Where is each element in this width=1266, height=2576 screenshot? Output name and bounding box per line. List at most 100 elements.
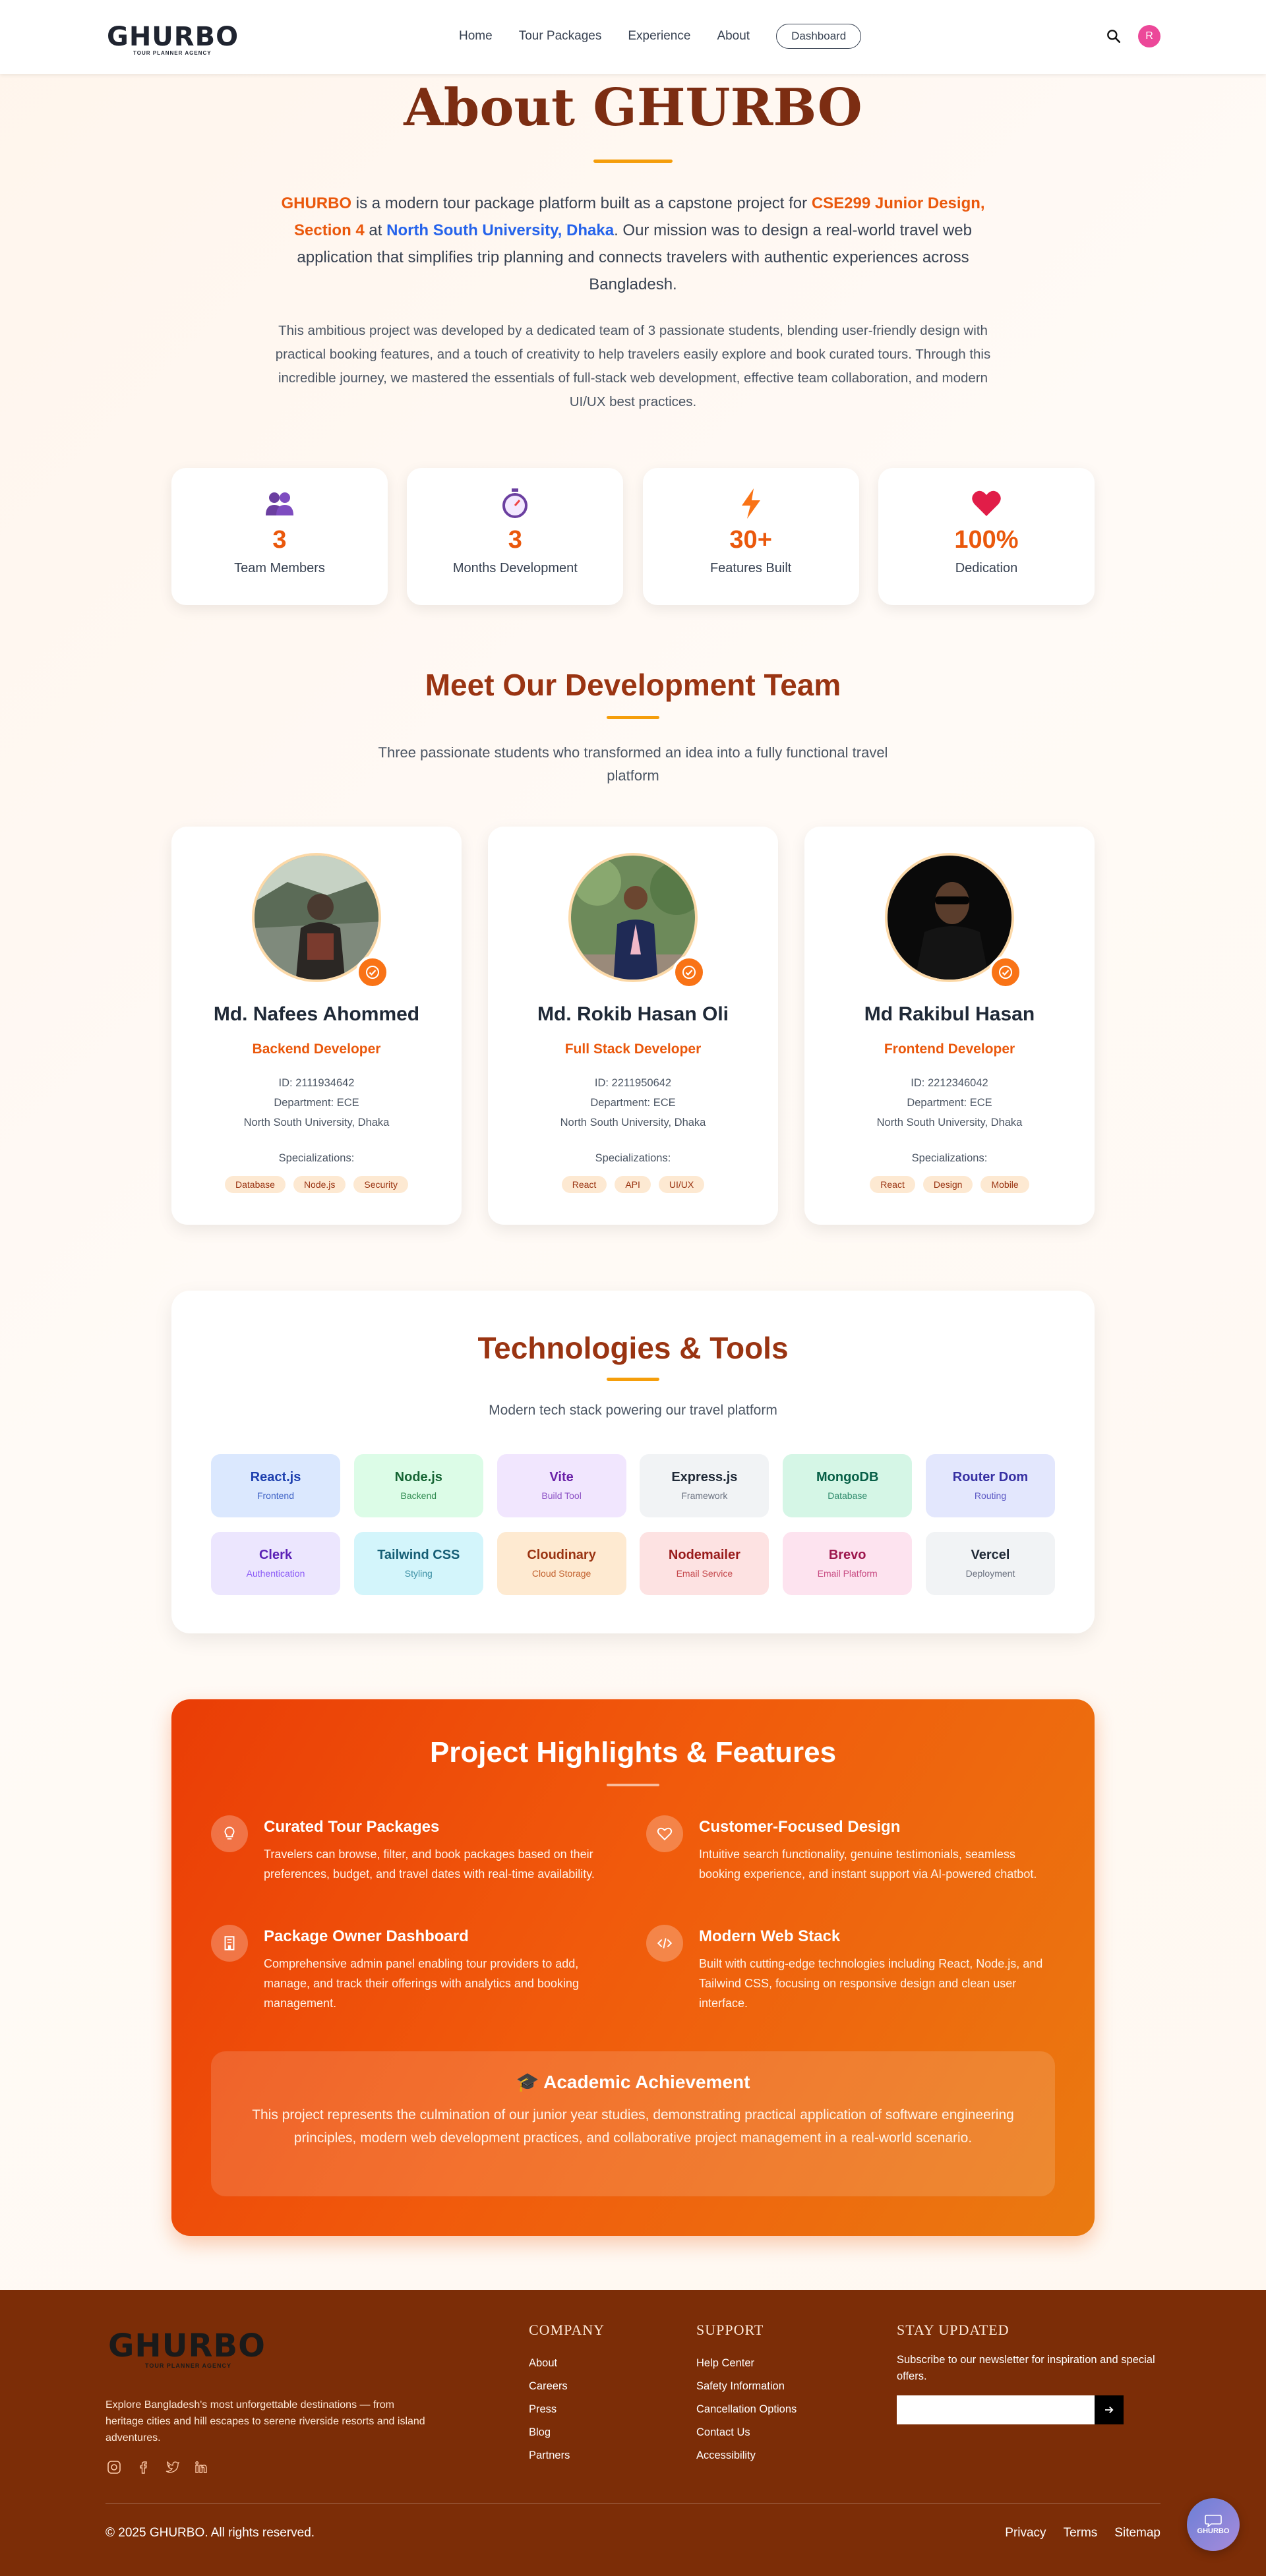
- tech-category: Deployment: [965, 1568, 1015, 1579]
- tech-category: Backend: [400, 1490, 437, 1501]
- footer-link-help-center[interactable]: Help Center: [696, 2352, 797, 2375]
- building-icon: [211, 1925, 248, 1962]
- tech-name: Tailwind CSS: [377, 1548, 460, 1562]
- team-section-title: Meet Our Development Team: [425, 668, 841, 702]
- verified-check-icon: [673, 956, 706, 989]
- tech-name: React.js: [250, 1470, 301, 1484]
- sitemap-link[interactable]: Sitemap: [1114, 2526, 1160, 2540]
- privacy-link[interactable]: Privacy: [1005, 2526, 1046, 2540]
- footer-link-press[interactable]: Press: [529, 2398, 605, 2421]
- team-members: Md. Nafees Ahommed Backend Developer ID:…: [171, 827, 1095, 1225]
- member-department: Department: ECE: [274, 1097, 359, 1109]
- terms-link[interactable]: Terms: [1064, 2526, 1098, 2540]
- footer-link-blog[interactable]: Blog: [529, 2421, 605, 2444]
- footer-logo[interactable]: GHURBO TOUR PLANNER AGENCY: [108, 2329, 266, 2369]
- footer-link-accessibility[interactable]: Accessibility: [696, 2444, 797, 2467]
- tech-category: Frontend: [256, 1490, 295, 1501]
- search-icon[interactable]: [1105, 28, 1122, 45]
- people-icon: [264, 488, 295, 519]
- intro-paragraph-2: This ambitious project was developed by …: [275, 323, 991, 409]
- footer-company-column: COMPANY About Careers Press Blog Partner…: [529, 2322, 605, 2467]
- facebook-icon[interactable]: [135, 2459, 152, 2476]
- member-id: ID: 2212346042: [911, 1077, 988, 1089]
- highlights-card: Project Highlights & Features Curated To…: [171, 1699, 1095, 2236]
- linkedin-icon[interactable]: [193, 2459, 210, 2476]
- feature-description: Intuitive search functionality, genuine …: [699, 1848, 1037, 1881]
- member-card: Md Rakibul Hasan Frontend Developer ID: …: [804, 827, 1095, 1225]
- social-links: [106, 2459, 210, 2476]
- specialization-tag: Database: [225, 1176, 286, 1193]
- newsletter: STAY UPDATED Subscribe to our newsletter…: [897, 2322, 1160, 2424]
- page-title: About GHURBO: [404, 78, 862, 138]
- arrow-right-icon[interactable]: [1095, 2395, 1124, 2424]
- code-icon: [646, 1925, 683, 1962]
- dashboard-button[interactable]: Dashboard: [776, 24, 862, 49]
- nav-link-experience[interactable]: Experience: [628, 29, 690, 44]
- feature-description: Travelers can browse, filter, and book p…: [264, 1848, 595, 1881]
- member-role: Full Stack Developer: [564, 1041, 702, 1057]
- tech-name: Express.js: [671, 1470, 738, 1484]
- stat-value: 30+: [729, 526, 772, 554]
- tech-name: Vite: [549, 1470, 574, 1484]
- heart-icon: [971, 488, 1002, 519]
- tech-item: Vercel Deployment: [925, 1532, 1055, 1595]
- specializations-label: Specializations:: [911, 1152, 988, 1164]
- tech-item: Vite Build Tool: [497, 1454, 626, 1517]
- tech-item: Router Dom Routing: [925, 1454, 1055, 1517]
- newsletter-email-input[interactable]: [897, 2395, 1095, 2424]
- member-info: ID: 2212346042 Department: ECE North Sou…: [804, 1073, 1095, 1132]
- footer-link-about[interactable]: About: [529, 2352, 605, 2375]
- tech-name: Nodemailer: [668, 1548, 740, 1562]
- intro-paragraph: GHURBO is a modern tour package platform…: [264, 190, 1002, 298]
- specializations-label: Specializations:: [595, 1152, 671, 1164]
- stat-card: 100% Dedication: [878, 468, 1095, 605]
- nav-link-about[interactable]: About: [717, 29, 750, 44]
- tech-name: Node.js: [394, 1470, 442, 1484]
- specialization-tag: React: [561, 1176, 607, 1193]
- tech-item: Express.js Framework: [640, 1454, 769, 1517]
- member-info: ID: 2211950642 Department: ECE North Sou…: [488, 1073, 778, 1132]
- footer-divider: [106, 2503, 1160, 2504]
- footer-link-cancellation[interactable]: Cancellation Options: [696, 2398, 797, 2421]
- tech-item: React.js Frontend: [211, 1454, 340, 1517]
- footer-link-partners[interactable]: Partners: [529, 2444, 605, 2467]
- specialization-tags: Database Node.js Security: [171, 1176, 462, 1193]
- tech-item: Tailwind CSS Styling: [353, 1532, 483, 1595]
- logo[interactable]: GHURBO TOUR PLANNER AGENCY: [107, 24, 239, 56]
- nav-link-tour-packages[interactable]: Tour Packages: [519, 29, 602, 44]
- tech-name: Router Dom: [952, 1470, 1029, 1484]
- specialization-tags: React API UI/UX: [488, 1176, 778, 1193]
- tech-item: Cloudinary Cloud Storage: [497, 1532, 626, 1595]
- tech-name: Vercel: [971, 1548, 1010, 1562]
- feature-title: Curated Tour Packages: [264, 1818, 440, 1836]
- stopwatch-icon: [499, 488, 531, 519]
- tech-name: Clerk: [258, 1548, 293, 1562]
- footer-about: Explore Bangladesh's most unforgettable …: [106, 2399, 425, 2444]
- heart-outline-icon: [646, 1815, 683, 1852]
- lightbulb-icon: [211, 1815, 248, 1852]
- footer-bottom-links: Privacy Terms Sitemap: [1005, 2526, 1160, 2540]
- university-highlight: North South University, Dhaka: [386, 221, 615, 239]
- nav-link-home[interactable]: Home: [459, 29, 493, 44]
- instagram-icon[interactable]: [106, 2459, 123, 2476]
- newsletter-title: STAY UPDATED: [897, 2322, 1010, 2338]
- user-avatar[interactable]: R: [1138, 25, 1160, 47]
- member-role: Frontend Developer: [884, 1041, 1015, 1057]
- stat-card: 3 Months Development: [407, 468, 624, 605]
- nav-links: Home Tour Packages Experience About Dash…: [459, 24, 862, 49]
- specialization-tag: Design: [922, 1176, 973, 1193]
- member-university: North South University, Dhaka: [876, 1117, 1023, 1128]
- specialization-tag: API: [615, 1176, 651, 1193]
- tech-item: Nodemailer Email Service: [640, 1532, 769, 1595]
- tech-category: Email Platform: [817, 1568, 878, 1579]
- member-name: Md. Rokib Hasan Oli: [537, 1003, 729, 1025]
- member-name: Md Rakibul Hasan: [864, 1003, 1035, 1025]
- footer-link-careers[interactable]: Careers: [529, 2375, 605, 2398]
- twitter-icon[interactable]: [164, 2459, 181, 2476]
- tech-category: Styling: [404, 1568, 433, 1579]
- chatbot-button[interactable]: GHURBO: [1187, 2498, 1240, 2551]
- tech-item: Clerk Authentication: [211, 1532, 340, 1595]
- footer-link-safety[interactable]: Safety Information: [696, 2375, 797, 2398]
- copyright: © 2025 GHURBO. All rights reserved.: [106, 2526, 315, 2540]
- footer-link-contact[interactable]: Contact Us: [696, 2421, 797, 2444]
